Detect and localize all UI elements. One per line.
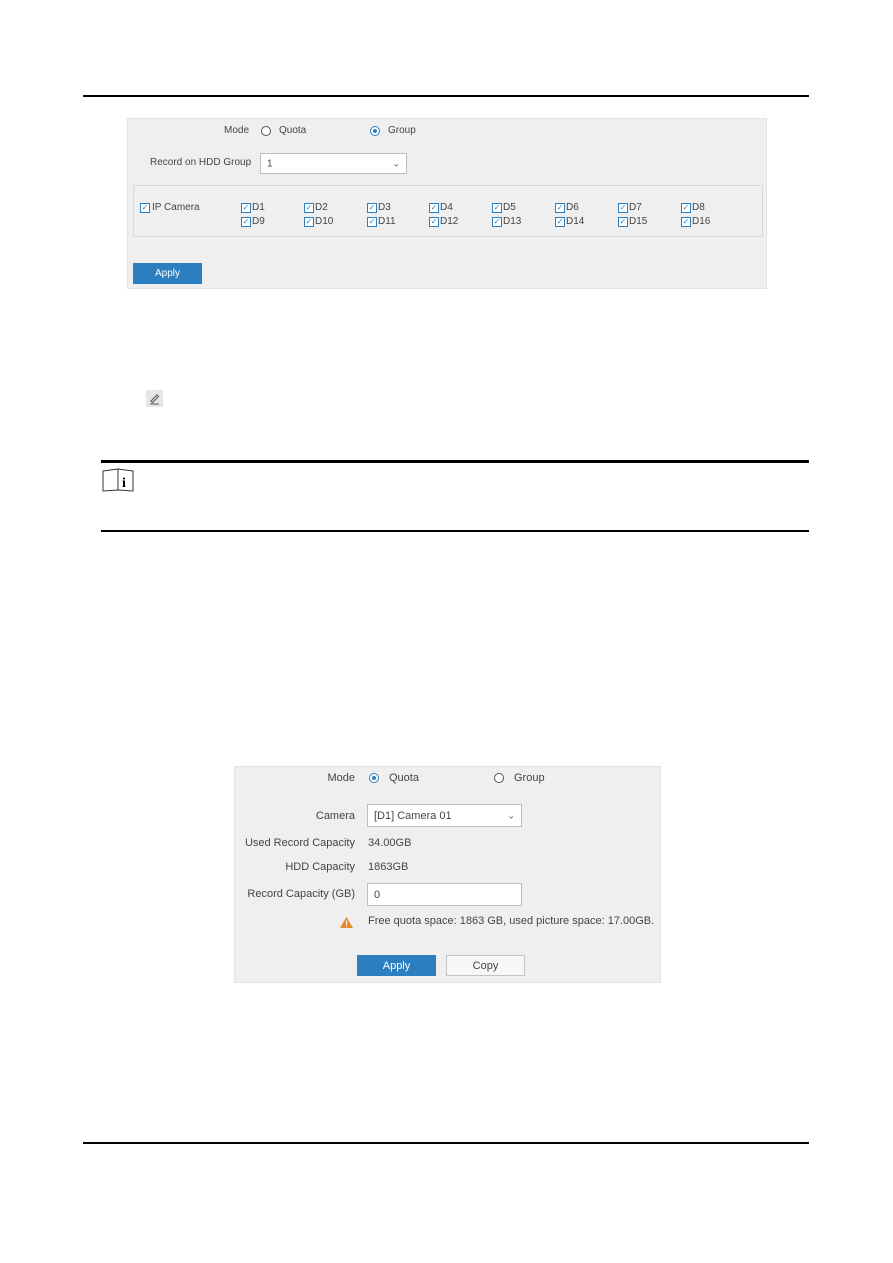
ip-camera-label: IP Camera bbox=[152, 202, 200, 213]
camera-checkbox[interactable]: ✓ bbox=[367, 217, 377, 227]
camera-label: D12 bbox=[440, 216, 459, 227]
warning-message: Free quota space: 1863 GB, used picture … bbox=[368, 915, 655, 927]
camera-checkbox[interactable]: ✓ bbox=[492, 203, 502, 213]
pencil-icon bbox=[146, 390, 163, 407]
camera-checkbox[interactable]: ✓ bbox=[618, 217, 628, 227]
camera-checkbox[interactable]: ✓ bbox=[681, 217, 691, 227]
header-rule bbox=[83, 95, 809, 97]
camera-select[interactable]: [D1] Camera 01 ⌄ bbox=[367, 804, 522, 827]
mode-label: Mode bbox=[223, 125, 249, 136]
hdd-group-select[interactable]: 1 ⌄ bbox=[260, 153, 407, 174]
camera-label: D7 bbox=[629, 202, 642, 213]
camera-checkbox[interactable]: ✓ bbox=[241, 217, 251, 227]
camera-label: D15 bbox=[629, 216, 648, 227]
camera-label: D6 bbox=[566, 202, 579, 213]
quota-option: Quota bbox=[389, 772, 419, 784]
used-record-capacity-value: 34.00GB bbox=[368, 837, 412, 849]
hdd-capacity-label: HDD Capacity bbox=[285, 861, 355, 873]
camera-checkbox[interactable]: ✓ bbox=[492, 217, 502, 227]
group-option: Group bbox=[388, 125, 416, 136]
camera-label: Camera bbox=[315, 810, 355, 822]
hdd-group-value: 1 bbox=[267, 158, 273, 169]
camera-label: D4 bbox=[440, 202, 453, 213]
group-option: Group bbox=[514, 772, 545, 784]
camera-checkbox[interactable]: ✓ bbox=[555, 203, 565, 213]
camera-label: D13 bbox=[503, 216, 522, 227]
hdd-capacity-value: 1863GB bbox=[368, 861, 409, 873]
camera-checkbox[interactable]: ✓ bbox=[367, 203, 377, 213]
record-capacity-label: Record Capacity (GB) bbox=[247, 888, 355, 900]
camera-label: D3 bbox=[378, 202, 391, 213]
svg-text:i: i bbox=[122, 476, 126, 491]
footer-rule bbox=[83, 1142, 809, 1144]
camera-checkbox[interactable]: ✓ bbox=[555, 217, 565, 227]
group-mode-screenshot: Mode Quota Group Record on HDD Group 1 ⌄… bbox=[127, 118, 767, 289]
camera-label: D2 bbox=[315, 202, 328, 213]
camera-checkbox[interactable]: ✓ bbox=[304, 217, 314, 227]
camera-label: D1 bbox=[252, 202, 265, 213]
quota-option: Quota bbox=[279, 125, 307, 136]
chevron-down-icon: ⌄ bbox=[507, 810, 515, 820]
camera-checkbox[interactable]: ✓ bbox=[429, 217, 439, 227]
camera-label: D10 bbox=[315, 216, 334, 227]
camera-label: D8 bbox=[692, 202, 705, 213]
group-radio[interactable] bbox=[494, 773, 504, 783]
quota-radio[interactable] bbox=[261, 126, 271, 136]
hdd-group-label: Record on HDD Group bbox=[150, 157, 252, 168]
chevron-down-icon: ⌄ bbox=[392, 158, 400, 168]
group-radio[interactable] bbox=[370, 126, 380, 136]
camera-checkbox[interactable]: ✓ bbox=[681, 203, 691, 213]
camera-label: D9 bbox=[252, 216, 265, 227]
camera-label: D14 bbox=[566, 216, 585, 227]
manual-page: Mode Quota Group Record on HDD Group 1 ⌄… bbox=[0, 0, 893, 1263]
note-top-rule bbox=[101, 460, 809, 463]
mode-label: Mode bbox=[327, 772, 355, 784]
ip-camera-checkbox[interactable]: ✓ bbox=[140, 203, 150, 213]
apply-button[interactable]: Apply bbox=[357, 955, 436, 976]
apply-button[interactable]: Apply bbox=[133, 263, 202, 284]
note-book-icon: i bbox=[102, 468, 135, 497]
quota-mode-screenshot: Mode Quota Group Camera [D1] Camera 01 ⌄… bbox=[234, 766, 661, 983]
note-bottom-rule bbox=[101, 530, 809, 532]
camera-label: D5 bbox=[503, 202, 516, 213]
camera-value: [D1] Camera 01 bbox=[374, 809, 452, 822]
quota-radio[interactable] bbox=[369, 773, 379, 783]
camera-checkbox[interactable]: ✓ bbox=[618, 203, 628, 213]
warning-triangle-icon bbox=[340, 915, 353, 933]
camera-selection-panel: ✓ IP Camera ✓ D1 ✓ D2 ✓ D3 ✓ D4 ✓ D5 ✓ D6 ✓ D7 ✓ D8 ✓ D9 ✓… bbox=[133, 185, 763, 237]
camera-checkbox[interactable]: ✓ bbox=[429, 203, 439, 213]
camera-label: D16 bbox=[692, 216, 711, 227]
camera-label: D11 bbox=[378, 216, 396, 227]
record-capacity-input[interactable]: 0 bbox=[367, 883, 522, 906]
camera-checkbox[interactable]: ✓ bbox=[241, 203, 251, 213]
record-capacity-value: 0 bbox=[374, 888, 381, 901]
copy-button[interactable]: Copy bbox=[446, 955, 525, 976]
camera-checkbox[interactable]: ✓ bbox=[304, 203, 314, 213]
used-record-capacity-label: Used Record Capacity bbox=[244, 837, 355, 849]
